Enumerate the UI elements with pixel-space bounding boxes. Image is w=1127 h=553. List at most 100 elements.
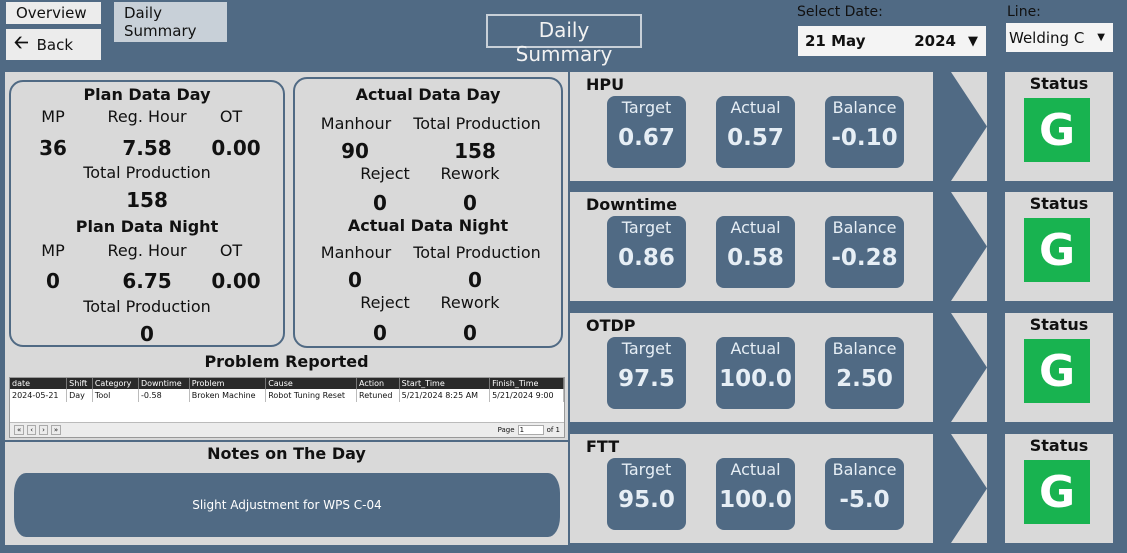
column-header[interactable]: Finish_Time <box>489 378 564 389</box>
plan-night-reg-label: Reg. Hour <box>107 241 187 260</box>
page-label: Page <box>497 426 515 434</box>
pager: « ‹ › » Page 1 of 1 <box>10 422 564 437</box>
kpi-actual-value: 0.57 <box>727 125 784 151</box>
column-header[interactable]: Downtime <box>138 378 190 389</box>
column-header[interactable]: Cause <box>265 378 358 389</box>
table-cell: -0.58 <box>138 389 190 402</box>
kpi-balance-label: Balance <box>832 218 897 237</box>
status-badge: G <box>1024 339 1090 403</box>
date-month: May <box>831 32 866 50</box>
status-card: Status G <box>1005 192 1113 301</box>
actual-night-reject-label: Reject <box>360 293 410 312</box>
tab-overview[interactable]: Overview <box>6 2 101 24</box>
arrow-panel <box>933 192 987 301</box>
status-label: Status <box>1029 194 1089 213</box>
plan-day-ot-label: OT <box>219 107 243 126</box>
kpi-balance-box: Balance -0.28 <box>825 216 904 288</box>
chevron-right-icon <box>933 192 987 301</box>
plan-day-title: Plan Data Day <box>83 85 211 104</box>
plan-day-mp: 36 <box>39 136 67 160</box>
kpi-name: Downtime <box>586 195 678 214</box>
first-page-icon[interactable]: « <box>14 425 25 435</box>
actual-night-tp-label: Total Production <box>413 243 541 262</box>
kpi-name: OTDP <box>586 316 636 335</box>
table-cell: 5/21/2024 9:00 <box>489 389 564 402</box>
kpi-target-box: Target 95.0 <box>607 458 686 530</box>
plan-night-tp-label: Total Production <box>83 297 211 316</box>
last-page-icon[interactable]: » <box>50 425 62 435</box>
kpi-target-value: 97.5 <box>618 366 675 392</box>
status-card: Status G <box>1005 313 1113 422</box>
status-label: Status <box>1029 436 1089 455</box>
kpi-target-box: Target 0.86 <box>607 216 686 288</box>
select-date-label: Select Date: <box>797 4 883 20</box>
column-header[interactable]: Problem <box>189 378 267 389</box>
actual-day-tp-label: Total Production <box>413 114 541 133</box>
kpi-actual-box: Actual 100.0 <box>716 458 795 530</box>
status-badge: G <box>1024 98 1090 162</box>
tab-daily-summary[interactable]: Daily Summary <box>114 2 227 42</box>
kpi-actual-label: Actual <box>730 218 781 237</box>
plan-night-ot-label: OT <box>219 241 243 260</box>
column-header[interactable]: Action <box>356 378 400 389</box>
column-header[interactable]: date <box>10 378 68 389</box>
actual-day-mh: 90 <box>341 139 369 163</box>
table-cell: 5/21/2024 8:25 AM <box>399 389 491 402</box>
kpi-card: Downtime Target 0.86 Actual 0.58 Balance… <box>570 192 933 301</box>
back-button[interactable]: 🡠 Back <box>6 29 101 60</box>
date-year: 2024 <box>914 32 956 50</box>
kpi-target-box: Target 97.5 <box>607 337 686 409</box>
status-badge: G <box>1024 460 1090 524</box>
kpi-actual-label: Actual <box>730 98 781 117</box>
column-header[interactable]: Shift <box>66 378 93 389</box>
kpi-balance-label: Balance <box>832 339 897 358</box>
date-picker[interactable]: 21 May 2024 ▼ <box>798 26 986 56</box>
actual-night-reject: 0 <box>373 321 387 345</box>
actual-night-title: Actual Data Night <box>347 216 509 235</box>
kpi-name: HPU <box>586 75 625 94</box>
actual-day-rework-label: Rework <box>440 164 500 183</box>
plan-night-title: Plan Data Night <box>75 217 219 236</box>
plan-day-mp-label: MP <box>41 107 65 126</box>
table-cell: Day <box>66 389 93 402</box>
kpi-balance-value: -0.10 <box>831 125 898 151</box>
actual-night-rework: 0 <box>463 321 477 345</box>
actual-night-mh: 0 <box>348 268 362 292</box>
kpi-actual-label: Actual <box>730 460 781 479</box>
plan-night-tp: 0 <box>140 322 154 346</box>
column-header[interactable]: Start_Time <box>399 378 491 389</box>
table-cell: 2024-05-21 <box>10 389 68 402</box>
prev-page-icon[interactable]: ‹ <box>27 425 37 435</box>
column-header[interactable]: Category <box>92 378 139 389</box>
actual-day-title: Actual Data Day <box>355 85 501 104</box>
chevron-down-icon: ▼ <box>968 33 978 49</box>
kpi-target-value: 95.0 <box>618 487 675 513</box>
table-cell: Retuned <box>356 389 400 402</box>
arrow-panel <box>933 72 987 181</box>
plan-day-reg-label: Reg. Hour <box>107 107 187 126</box>
page-input[interactable]: 1 <box>517 425 544 435</box>
line-value: Welding C <box>1009 28 1085 47</box>
chevron-right-icon <box>933 72 987 181</box>
kpi-target-value: 0.67 <box>618 125 675 151</box>
kpi-balance-box: Balance -5.0 <box>825 458 904 530</box>
plan-box: Plan Data Day MP Reg. Hour OT 36 7.58 0.… <box>9 80 285 347</box>
actual-box: Actual Data Day Manhour Total Production… <box>293 77 563 348</box>
kpi-balance-value: 2.50 <box>836 366 893 392</box>
arrow-left-icon: 🡠 <box>14 31 29 53</box>
actual-day-tp: 158 <box>454 139 496 163</box>
line-label: Line: <box>1007 4 1041 20</box>
data-panel: Plan Data Day MP Reg. Hour OT 36 7.58 0.… <box>5 72 568 350</box>
kpi-actual-label: Actual <box>730 339 781 358</box>
problem-title: Problem Reported <box>204 352 369 371</box>
kpi-actual-box: Actual 0.58 <box>716 216 795 288</box>
kpi-card: OTDP Target 97.5 Actual 100.0 Balance 2.… <box>570 313 933 422</box>
plan-night-mp: 0 <box>46 269 60 293</box>
line-select[interactable]: Welding C ▼ <box>1006 23 1113 52</box>
kpi-balance-label: Balance <box>832 460 897 479</box>
next-page-icon[interactable]: › <box>39 425 48 435</box>
plan-day-ot: 0.00 <box>211 136 261 160</box>
table-row[interactable]: 2024-05-21 Day Tool -0.58 Broken Machine Robo… <box>10 389 564 402</box>
kpi-balance-box: Balance -0.10 <box>825 96 904 168</box>
notes-text: Slight Adjustment for WPS C-04 <box>14 473 560 537</box>
